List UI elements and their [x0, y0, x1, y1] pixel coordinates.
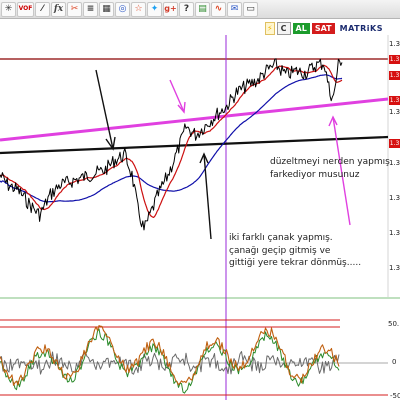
- scissors-icon[interactable]: ✂: [67, 1, 82, 17]
- price-label: 1.3: [389, 40, 400, 48]
- price-tag: 1.3: [389, 71, 400, 80]
- c-button[interactable]: C: [276, 21, 291, 35]
- slow-moving-average-line[interactable]: [0, 74, 343, 203]
- formula-icon[interactable]: fx: [51, 1, 66, 17]
- price-label: 1.3: [389, 159, 400, 167]
- osc-label: -50: [390, 392, 400, 400]
- price-label: 1.3: [389, 229, 400, 237]
- osc-label: 0: [392, 358, 397, 366]
- wave-icon[interactable]: ∿: [211, 1, 226, 17]
- magenta-trendline[interactable]: [0, 97, 389, 142]
- vof-logo-icon[interactable]: VOF: [17, 1, 34, 17]
- black-trendline[interactable]: [0, 135, 389, 155]
- window-icon[interactable]: ▭: [243, 1, 258, 17]
- google-plus-icon[interactable]: g+: [163, 1, 178, 17]
- arrow-3[interactable]: [199, 152, 212, 240]
- price-chart[interactable]: [0, 35, 400, 400]
- list-icon[interactable]: ≡: [83, 1, 98, 17]
- osc-label: 50.: [388, 320, 400, 328]
- sell-button[interactable]: SAT: [311, 22, 335, 34]
- price-label: 1.3: [389, 264, 400, 272]
- chart-icon[interactable]: ✳: [1, 1, 16, 17]
- twitter-icon[interactable]: ✦: [147, 1, 162, 17]
- price-tag: 1.3: [389, 96, 400, 105]
- mail-icon[interactable]: ✉: [227, 1, 242, 17]
- oscillator-main-line[interactable]: [0, 325, 340, 386]
- line-chart-icon[interactable]: ⁄: [35, 1, 50, 17]
- price-tag: 1.3: [389, 55, 400, 64]
- target-icon[interactable]: ◎: [115, 1, 130, 17]
- star-icon[interactable]: ☆: [131, 1, 146, 17]
- matriks-logo: MATRiKS: [339, 23, 383, 33]
- price-label: 1.3: [389, 194, 400, 202]
- annotation-text-2: iki farklı çanak yapmış. çanağı geçip gi…: [229, 233, 362, 268]
- bolt-icon[interactable]: ⚡: [265, 21, 275, 35]
- status-bar: ⚡ C AL SAT MATRiKS: [0, 21, 400, 35]
- price-tag: 1.3: [389, 139, 400, 148]
- price-label: 1.3: [389, 108, 400, 116]
- grid-icon[interactable]: ▤: [195, 1, 210, 17]
- arrow-1[interactable]: [95, 69, 116, 151]
- annotation-text-1: düzeltmeyi nerden yapmış farkediyor musu…: [270, 157, 390, 180]
- toolbar: ✳ VOF ⁄ fx ✂ ≡ ▦ ◎ ☆ ✦ g+? ▤ ∿ ✉ ▭: [0, 0, 400, 19]
- buy-button[interactable]: AL: [292, 22, 310, 34]
- arrow-2[interactable]: [169, 79, 186, 114]
- calculator-icon[interactable]: ▦: [99, 1, 114, 17]
- help-icon[interactable]: ?: [179, 1, 194, 17]
